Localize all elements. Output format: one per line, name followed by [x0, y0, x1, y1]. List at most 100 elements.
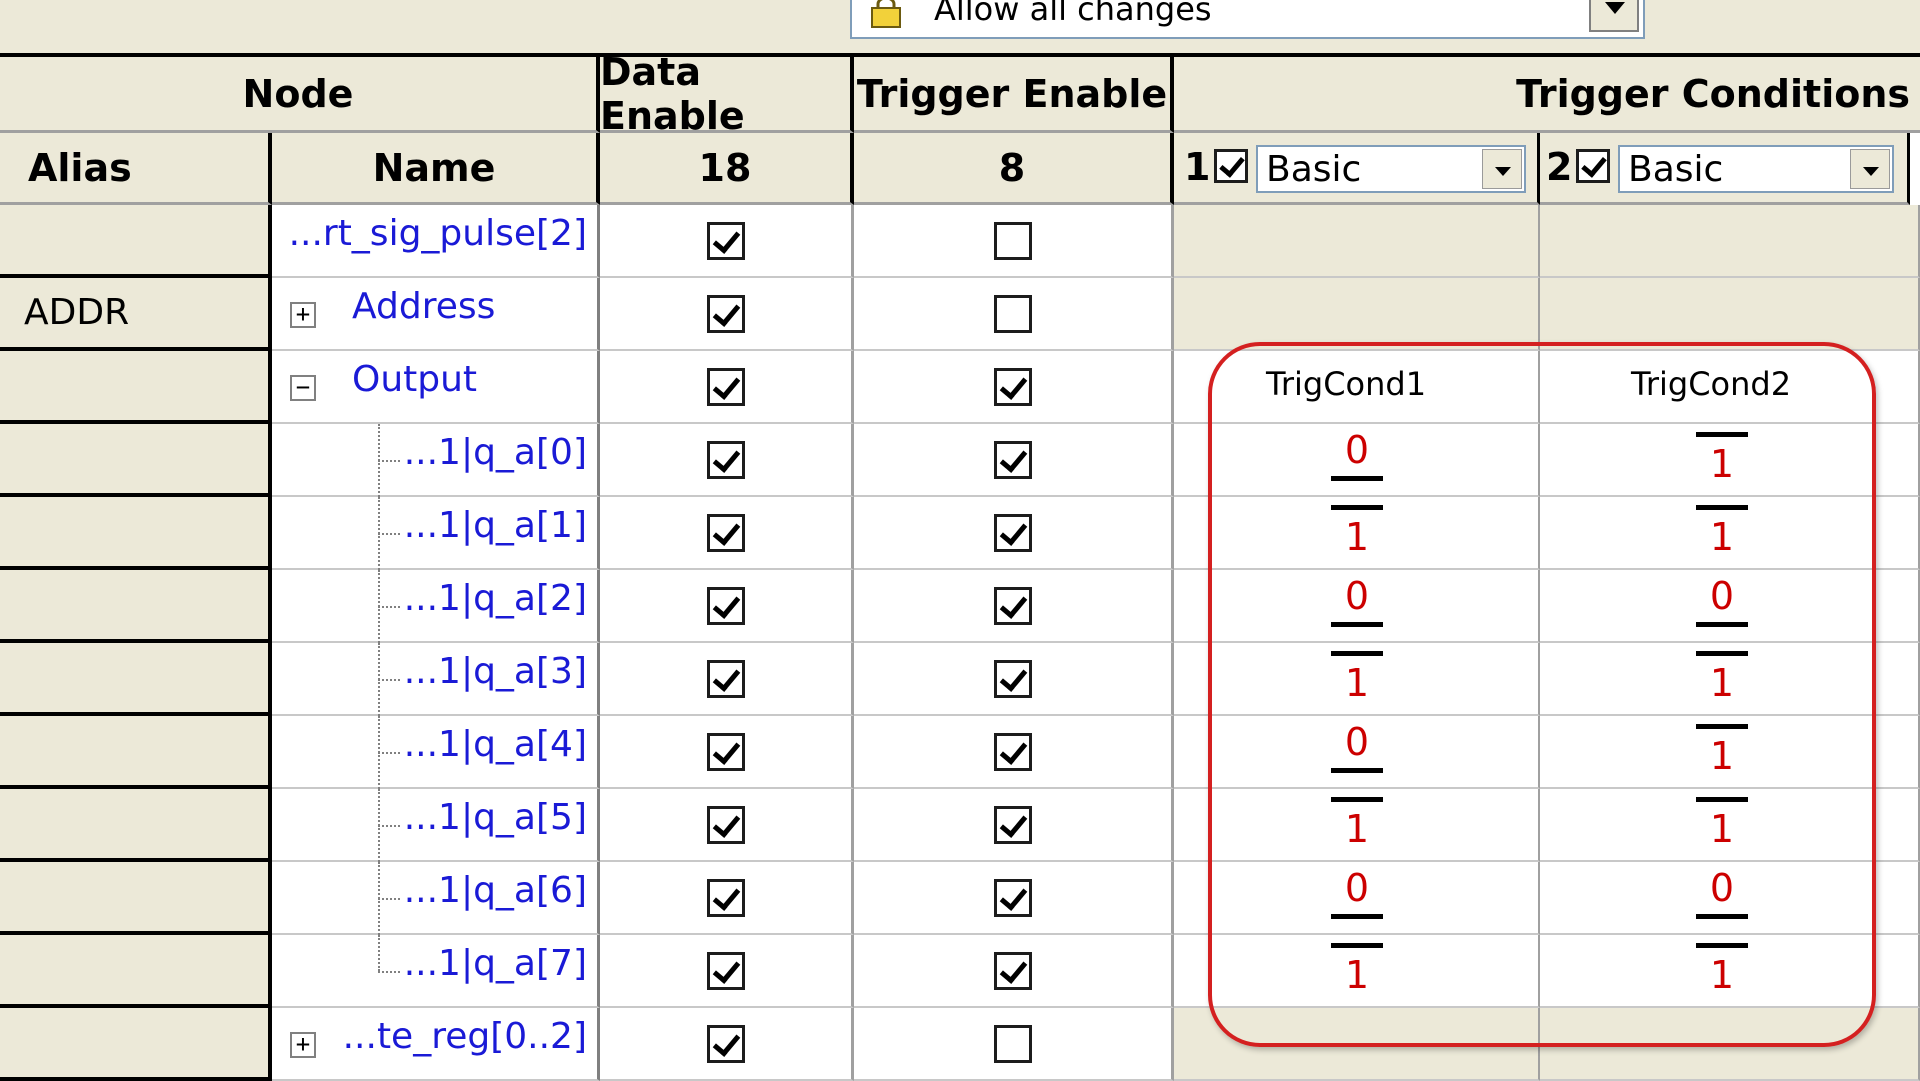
- trigger-condition-2-value[interactable]: 1: [1692, 505, 1752, 565]
- data-enable-checkbox[interactable]: [707, 368, 745, 406]
- alias-cell[interactable]: ADDR: [0, 278, 272, 351]
- data-enable-checkbox[interactable]: [707, 295, 745, 333]
- trigger-condition-1-value[interactable]: 0: [1327, 574, 1387, 638]
- alias-cell[interactable]: [0, 351, 272, 424]
- node-name-cell[interactable]: ...1|q_a[3]: [272, 643, 600, 716]
- trigger-condition-2-value[interactable]: 1: [1692, 797, 1752, 857]
- alias-cell[interactable]: [0, 789, 272, 862]
- trigger-condition-1-value[interactable]: 1: [1327, 943, 1387, 1003]
- node-name-cell[interactable]: ...rt_sig_pulse[2]: [272, 205, 600, 278]
- lock-mode-dropdown-button[interactable]: [1589, 0, 1639, 32]
- alias-cell[interactable]: [0, 1008, 272, 1081]
- trigger-enable-checkbox[interactable]: [994, 295, 1032, 333]
- node-name-cell[interactable]: ...1|q_a[0]: [272, 424, 600, 497]
- header-node[interactable]: Node: [0, 57, 600, 133]
- trigger-condition-2-cell[interactable]: 1: [1540, 643, 1920, 716]
- data-enable-checkbox[interactable]: [707, 806, 745, 844]
- trigger-condition-2-cell[interactable]: 1: [1540, 935, 1920, 1008]
- trigger-condition-1-value[interactable]: 0: [1327, 428, 1387, 492]
- trigger-condition-1-value[interactable]: 1: [1327, 651, 1387, 711]
- trigger-condition-2-cell[interactable]: 0: [1540, 862, 1920, 935]
- trigger-enable-checkbox[interactable]: [994, 879, 1032, 917]
- trigger-enable-checkbox[interactable]: [994, 660, 1032, 698]
- trigger-condition-1-cell[interactable]: 0: [1174, 424, 1540, 497]
- data-enable-checkbox[interactable]: [707, 587, 745, 625]
- trigger-condition-2-value[interactable]: 1: [1692, 651, 1752, 711]
- alias-cell[interactable]: [0, 205, 272, 278]
- trigger-condition-2-value[interactable]: 1: [1692, 432, 1752, 492]
- trigger-condition-2-cell[interactable]: 1: [1540, 716, 1920, 789]
- trigger-condition-2-cell[interactable]: 1: [1540, 789, 1920, 862]
- expand-icon[interactable]: +: [290, 302, 316, 328]
- trigger-condition-1-type-select[interactable]: Basic: [1256, 145, 1526, 193]
- node-name-cell[interactable]: Output −: [272, 351, 600, 424]
- trigger-condition-2-value[interactable]: 0: [1692, 866, 1752, 930]
- trigger-condition-1-cell[interactable]: 1: [1174, 497, 1540, 570]
- alias-cell[interactable]: [0, 716, 272, 789]
- trigger-condition-2-value[interactable]: 1: [1692, 943, 1752, 1003]
- data-enable-checkbox[interactable]: [707, 514, 745, 552]
- trigger-condition-1-checkbox[interactable]: [1214, 149, 1248, 183]
- node-name-cell[interactable]: ...te_reg[0..2] +: [272, 1008, 600, 1081]
- trigger-enable-checkbox[interactable]: [994, 368, 1032, 406]
- trigger-condition-2-checkbox[interactable]: [1576, 149, 1610, 183]
- data-enable-cell: [600, 862, 854, 935]
- node-name-cell[interactable]: ...1|q_a[4]: [272, 716, 600, 789]
- node-name-cell[interactable]: ...1|q_a[7]: [272, 935, 600, 1008]
- trigger-enable-checkbox[interactable]: [994, 514, 1032, 552]
- trigger-condition-2-value[interactable]: 0: [1692, 574, 1752, 638]
- trigger-condition-1-cell[interactable]: 1: [1174, 643, 1540, 716]
- node-name-cell[interactable]: ...1|q_a[6]: [272, 862, 600, 935]
- trigger-enable-checkbox[interactable]: [994, 733, 1032, 771]
- trigger-enable-checkbox[interactable]: [994, 952, 1032, 990]
- trigger-condition-1-cell[interactable]: 1: [1174, 789, 1540, 862]
- data-enable-checkbox[interactable]: [707, 222, 745, 260]
- alias-cell[interactable]: [0, 862, 272, 935]
- trigger-condition-2-cell[interactable]: 0: [1540, 570, 1920, 643]
- header-trigger-conditions[interactable]: Trigger Conditions: [1174, 57, 1920, 133]
- data-enable-checkbox[interactable]: [707, 1025, 745, 1063]
- lock-mode-combo[interactable]: Allow all changes: [850, 0, 1645, 39]
- trigger-condition-1-value[interactable]: 1: [1327, 505, 1387, 565]
- trigger-condition-1-cell[interactable]: 0: [1174, 570, 1540, 643]
- trigger-condition-1-value[interactable]: 1: [1327, 797, 1387, 857]
- alias-cell[interactable]: [0, 935, 272, 1008]
- alias-cell[interactable]: [0, 643, 272, 716]
- collapse-icon[interactable]: −: [290, 375, 316, 401]
- alias-cell[interactable]: [0, 424, 272, 497]
- header-data-enable[interactable]: Data Enable: [600, 50, 854, 138]
- trigger-condition-2-value[interactable]: 1: [1692, 724, 1752, 784]
- node-name-cell[interactable]: ...1|q_a[2]: [272, 570, 600, 643]
- trigger-enable-checkbox[interactable]: [994, 587, 1032, 625]
- data-enable-checkbox[interactable]: [707, 733, 745, 771]
- trigger-condition-2-cell[interactable]: 1: [1540, 497, 1920, 570]
- trigger-enable-checkbox[interactable]: [994, 441, 1032, 479]
- alias-cell[interactable]: [0, 497, 272, 570]
- trigger-condition-1-value[interactable]: 0: [1327, 866, 1387, 930]
- trigger-condition-1-cell[interactable]: TrigCond1: [1174, 351, 1540, 424]
- trigger-condition-2-cell[interactable]: TrigCond2: [1540, 351, 1920, 424]
- trigger-condition-1-cell[interactable]: 0: [1174, 716, 1540, 789]
- data-enable-checkbox[interactable]: [707, 952, 745, 990]
- trigger-condition-1-cell[interactable]: 0: [1174, 862, 1540, 935]
- header-trigger-enable[interactable]: Trigger Enable: [854, 57, 1174, 133]
- trigger-condition-2-type-select[interactable]: Basic: [1618, 145, 1894, 193]
- chevron-down-icon[interactable]: [1850, 149, 1890, 189]
- data-enable-checkbox[interactable]: [707, 441, 745, 479]
- data-enable-checkbox[interactable]: [707, 660, 745, 698]
- data-enable-checkbox[interactable]: [707, 879, 745, 917]
- trigger-enable-checkbox[interactable]: [994, 222, 1032, 260]
- chevron-down-icon[interactable]: [1482, 149, 1522, 189]
- trigger-enable-checkbox[interactable]: [994, 806, 1032, 844]
- trigger-enable-checkbox[interactable]: [994, 1025, 1032, 1063]
- node-name-cell[interactable]: Address +: [272, 278, 600, 351]
- trigger-condition-1-value[interactable]: 0: [1327, 720, 1387, 784]
- node-name-cell[interactable]: ...1|q_a[5]: [272, 789, 600, 862]
- expand-icon[interactable]: +: [290, 1032, 316, 1058]
- header-alias[interactable]: Alias: [0, 133, 272, 205]
- node-name-cell[interactable]: ...1|q_a[1]: [272, 497, 600, 570]
- alias-cell[interactable]: [0, 570, 272, 643]
- trigger-condition-1-cell[interactable]: 1: [1174, 935, 1540, 1008]
- trigger-condition-2-cell[interactable]: 1: [1540, 424, 1920, 497]
- header-name[interactable]: Name: [272, 133, 600, 205]
